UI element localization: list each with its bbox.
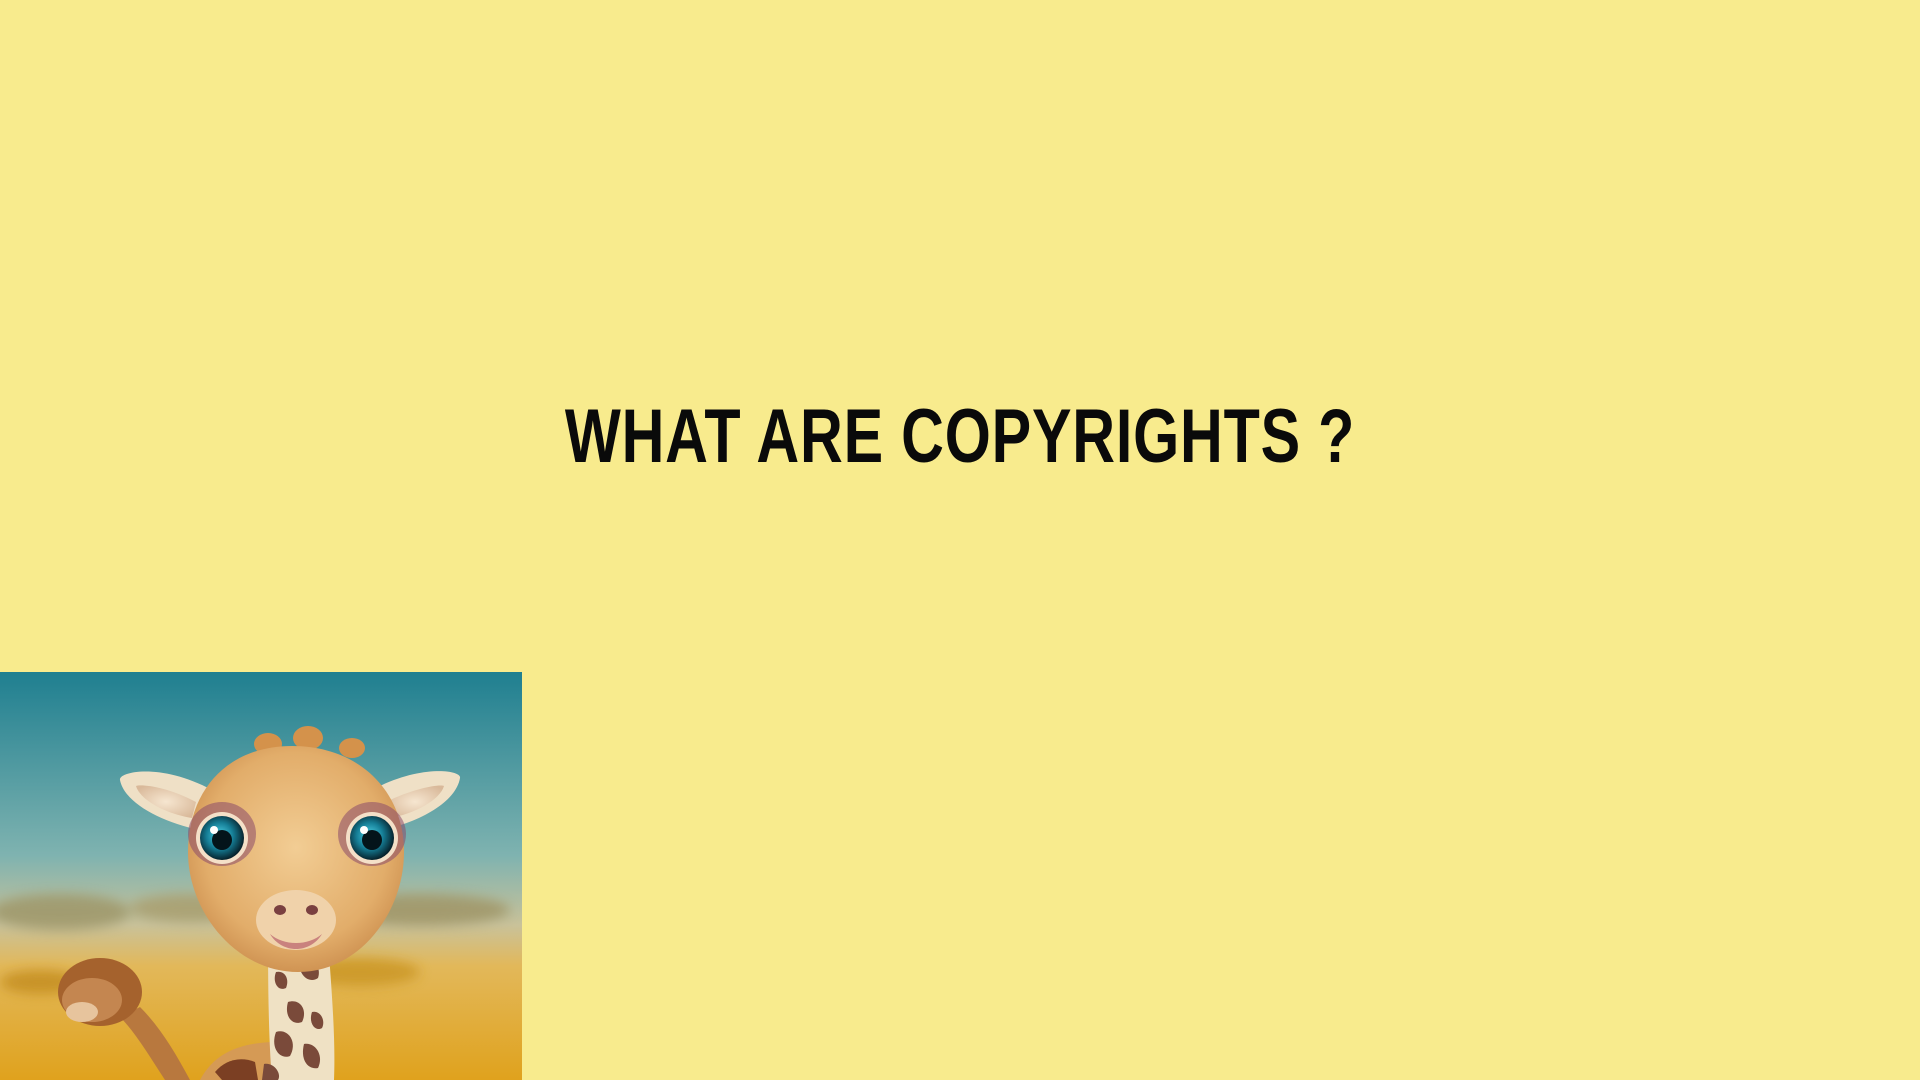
giraffe-image — [0, 672, 522, 1080]
giraffe-illustration — [0, 672, 522, 1080]
slide-title: WHAT ARE COPYRIGHTS ? — [564, 394, 1356, 479]
slide: WHAT ARE COPYRIGHTS ? — [0, 0, 1920, 1080]
